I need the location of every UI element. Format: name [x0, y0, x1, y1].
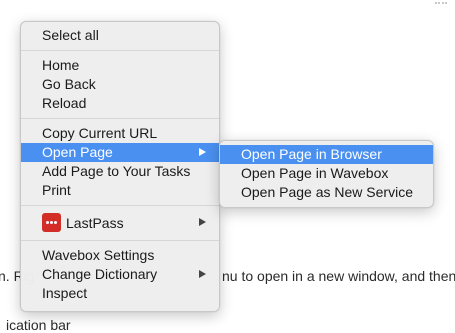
menu-separator	[21, 50, 219, 51]
menu-separator	[21, 205, 219, 206]
submenu-item-open-in-browser[interactable]: Open Page in Browser	[220, 145, 433, 164]
open-page-submenu: Open Page in Browser Open Page in Wavebo…	[219, 140, 434, 208]
menu-item-add-page-to-tasks[interactable]: Add Page to Your Tasks	[21, 162, 219, 181]
menu-item-go-back[interactable]: Go Back	[21, 75, 219, 94]
menu-item-home[interactable]: Home	[21, 56, 219, 75]
submenu-item-open-as-new-service[interactable]: Open Page as New Service	[220, 183, 433, 202]
corner-decoration	[435, 0, 447, 4]
background-text-bottom: ication bar	[6, 317, 71, 333]
menu-item-change-dictionary-label: Change Dictionary	[42, 266, 158, 282]
menu-item-lastpass[interactable]: LastPass	[21, 211, 219, 235]
submenu-item-open-in-wavebox[interactable]: Open Page in Wavebox	[220, 164, 433, 183]
background-text-right: nu to open in a new window, and then us	[222, 268, 455, 284]
submenu-arrow-icon	[199, 148, 206, 156]
menu-separator	[21, 240, 219, 241]
menu-item-wavebox-settings[interactable]: Wavebox Settings	[21, 246, 219, 265]
lastpass-icon	[42, 213, 61, 233]
menu-separator	[21, 118, 219, 119]
menu-item-reload[interactable]: Reload	[21, 94, 219, 113]
menu-item-change-dictionary[interactable]: Change Dictionary	[21, 265, 219, 284]
context-menu: Select all Home Go Back Reload Copy Curr…	[20, 21, 220, 312]
menu-item-inspect[interactable]: Inspect	[21, 284, 219, 303]
menu-item-print[interactable]: Print	[21, 181, 219, 200]
submenu-arrow-icon	[199, 270, 206, 278]
menu-item-open-page-label: Open Page	[42, 144, 113, 160]
menu-item-open-page[interactable]: Open Page	[21, 143, 219, 162]
submenu-arrow-icon	[199, 218, 206, 226]
menu-item-copy-current-url[interactable]: Copy Current URL	[21, 124, 219, 143]
menu-item-select-all[interactable]: Select all	[21, 26, 219, 45]
menu-item-lastpass-label: LastPass	[66, 215, 124, 231]
